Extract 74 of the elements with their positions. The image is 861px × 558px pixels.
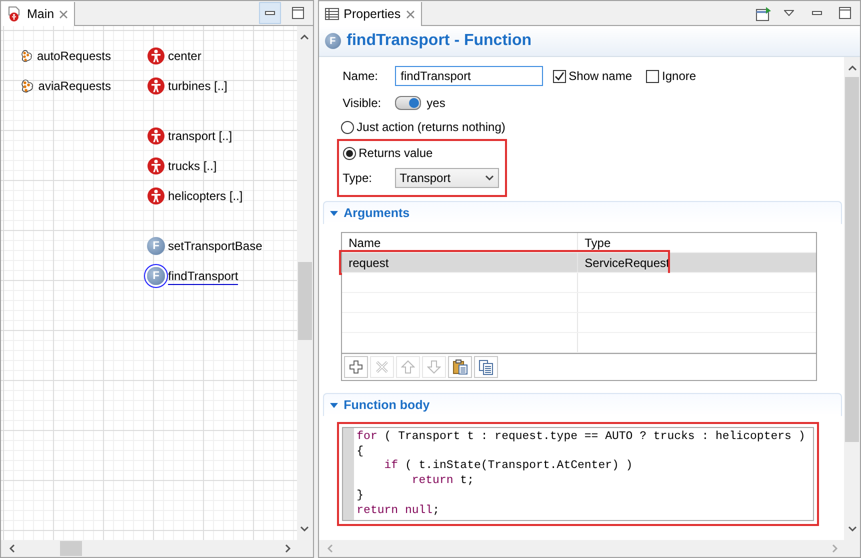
add-button[interactable] bbox=[344, 356, 368, 378]
column-header[interactable]: Type bbox=[578, 233, 816, 252]
function-icon: F bbox=[147, 267, 165, 285]
visible-toggle[interactable] bbox=[394, 96, 421, 110]
scroll-down-icon[interactable] bbox=[848, 526, 856, 532]
caret-icon bbox=[484, 175, 494, 181]
editor-tab[interactable]: Main bbox=[1, 2, 76, 26]
element-label[interactable]: setTransportBase bbox=[168, 239, 262, 255]
element-label[interactable]: transport [..] bbox=[168, 129, 232, 145]
close-icon[interactable] bbox=[59, 10, 68, 18]
person-icon bbox=[147, 47, 165, 65]
radio-label: Returns value bbox=[358, 146, 433, 160]
person-icon bbox=[147, 77, 165, 95]
element-label[interactable]: autoRequests bbox=[36, 49, 111, 65]
vertical-scrollbar[interactable] bbox=[844, 57, 860, 540]
scroll-down-icon[interactable] bbox=[300, 526, 310, 532]
scroll-right-icon[interactable] bbox=[284, 544, 291, 553]
radio-button[interactable] bbox=[340, 120, 354, 134]
person-icon bbox=[147, 187, 165, 205]
visible-label: Visible: bbox=[342, 96, 382, 110]
element-label[interactable]: center bbox=[168, 49, 202, 65]
column-header[interactable]: Name bbox=[342, 233, 578, 252]
element-label[interactable]: helicopters [..] bbox=[168, 189, 243, 205]
element-label[interactable]: findTransport bbox=[168, 269, 238, 285]
checkbox[interactable] bbox=[552, 70, 566, 82]
visible-value: yes bbox=[426, 96, 446, 110]
scroll-thumb[interactable] bbox=[60, 541, 82, 556]
checkbox-label: Ignore bbox=[662, 69, 696, 83]
scroll-thumb[interactable] bbox=[298, 262, 312, 340]
model-icon bbox=[7, 6, 22, 22]
person-icon bbox=[147, 157, 165, 175]
checkbox-label: Show name bbox=[568, 69, 632, 83]
person-icon bbox=[147, 127, 165, 145]
horizontal-scrollbar[interactable] bbox=[1, 540, 313, 557]
table-cell: request bbox=[342, 253, 578, 272]
scroll-left-icon[interactable] bbox=[9, 544, 15, 553]
properties-title: findTransport - Function bbox=[346, 32, 532, 50]
minimize-icon bbox=[812, 11, 822, 15]
vertical-scrollbar[interactable] bbox=[296, 26, 313, 540]
section-header[interactable]: Function body bbox=[322, 393, 842, 416]
close-icon[interactable] bbox=[406, 10, 415, 18]
copy-icon bbox=[478, 359, 494, 375]
function-icon: F bbox=[147, 237, 165, 255]
add-icon bbox=[348, 360, 363, 374]
element-label[interactable]: aviaRequests bbox=[38, 79, 111, 95]
maximize-icon bbox=[292, 7, 304, 19]
scroll-up-icon[interactable] bbox=[848, 65, 856, 71]
radio-label: Just action (returns nothing) bbox=[356, 120, 506, 134]
radio-button[interactable] bbox=[342, 146, 356, 160]
type-dropdown[interactable]: Transport bbox=[394, 168, 499, 188]
scroll-up-icon[interactable] bbox=[300, 34, 310, 40]
minimize-icon bbox=[264, 11, 275, 15]
name-label: Name: bbox=[342, 69, 379, 83]
arrow-down-icon bbox=[426, 360, 441, 374]
triangle-down-icon bbox=[784, 10, 794, 16]
minimize-button[interactable] bbox=[258, 2, 281, 24]
table-cell-text: ServiceRequest bbox=[584, 254, 670, 272]
table-row[interactable]: request ServiceRequest bbox=[342, 253, 816, 273]
name-field[interactable]: findTransport bbox=[394, 66, 543, 86]
paste-button[interactable] bbox=[448, 356, 472, 378]
delete-icon bbox=[374, 360, 389, 374]
scroll-thumb[interactable] bbox=[845, 77, 859, 442]
section-header[interactable]: Arguments bbox=[322, 201, 842, 224]
element-label[interactable]: trucks [..] bbox=[168, 159, 217, 175]
copy-button[interactable] bbox=[474, 356, 498, 378]
element-label[interactable]: turbines [..] bbox=[168, 79, 228, 95]
table-icon bbox=[324, 8, 339, 20]
type-label: Type: bbox=[342, 171, 373, 185]
arrow-up-icon bbox=[400, 360, 415, 374]
properties-tab[interactable]: Properties bbox=[318, 2, 422, 26]
checkbox[interactable] bbox=[646, 70, 660, 82]
clipboard-icon bbox=[452, 359, 468, 375]
function-icon: F bbox=[324, 33, 341, 49]
maximize-icon bbox=[839, 7, 851, 19]
